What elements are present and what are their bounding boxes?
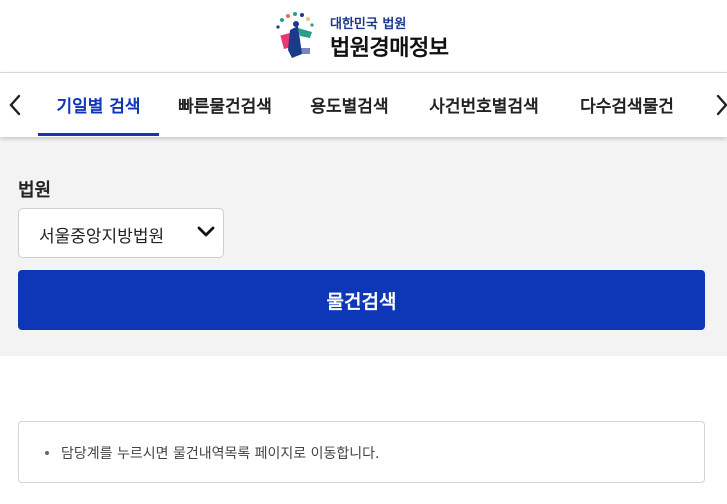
- chevron-right-icon: [716, 94, 727, 116]
- tab-label: 다수검색물건: [580, 96, 674, 117]
- chevron-left-icon: [9, 94, 21, 116]
- court-emblem-icon: [276, 12, 314, 58]
- search-panel: 법원 서울중앙지방법원 물건검색: [0, 136, 727, 356]
- tab-popular-items[interactable]: 다수검색물건: [567, 73, 687, 135]
- chevron-down-icon: [197, 226, 215, 237]
- court-label: 법원: [18, 180, 52, 201]
- tab-bar: 기일별 검색 빠른물건검색 용도별검색 사건번호별검색 다수검색물건: [0, 72, 727, 137]
- tab-next-button[interactable]: [707, 73, 727, 137]
- tab-label: 용도별검색: [310, 96, 389, 117]
- tab-use-search[interactable]: 용도별검색: [298, 73, 401, 135]
- site-logo[interactable]: 대한민국 법원 법원경매정보: [268, 8, 468, 64]
- item-search-button[interactable]: 물건검색: [18, 270, 705, 330]
- bullet-icon: [45, 451, 49, 455]
- info-box: 담당계를 누르시면 물건내역목록 페이지로 이동합니다.: [18, 421, 705, 483]
- tab-prev-button[interactable]: [0, 73, 30, 137]
- tab-quick-search[interactable]: 빠른물건검색: [166, 73, 284, 135]
- court-select[interactable]: 서울중앙지방법원: [18, 208, 224, 258]
- tab-label: 사건번호별검색: [429, 96, 539, 117]
- tab-label: 기일별 검색: [56, 96, 141, 117]
- site-title: 법원경매정보: [330, 36, 449, 61]
- tab-case-number-search[interactable]: 사건번호별검색: [414, 73, 554, 135]
- court-selected-value: 서울중앙지방법원: [39, 227, 165, 247]
- info-text: 담당계를 누르시면 물건내역목록 페이지로 이동합니다.: [61, 446, 380, 462]
- tab-label: 빠른물건검색: [178, 96, 272, 117]
- tab-date-search[interactable]: 기일별 검색: [38, 73, 159, 136]
- site-header: 대한민국 법원 법원경매정보: [0, 0, 727, 72]
- info-item: 담당계를 누르시면 물건내역목록 페이지로 이동합니다.: [45, 443, 380, 463]
